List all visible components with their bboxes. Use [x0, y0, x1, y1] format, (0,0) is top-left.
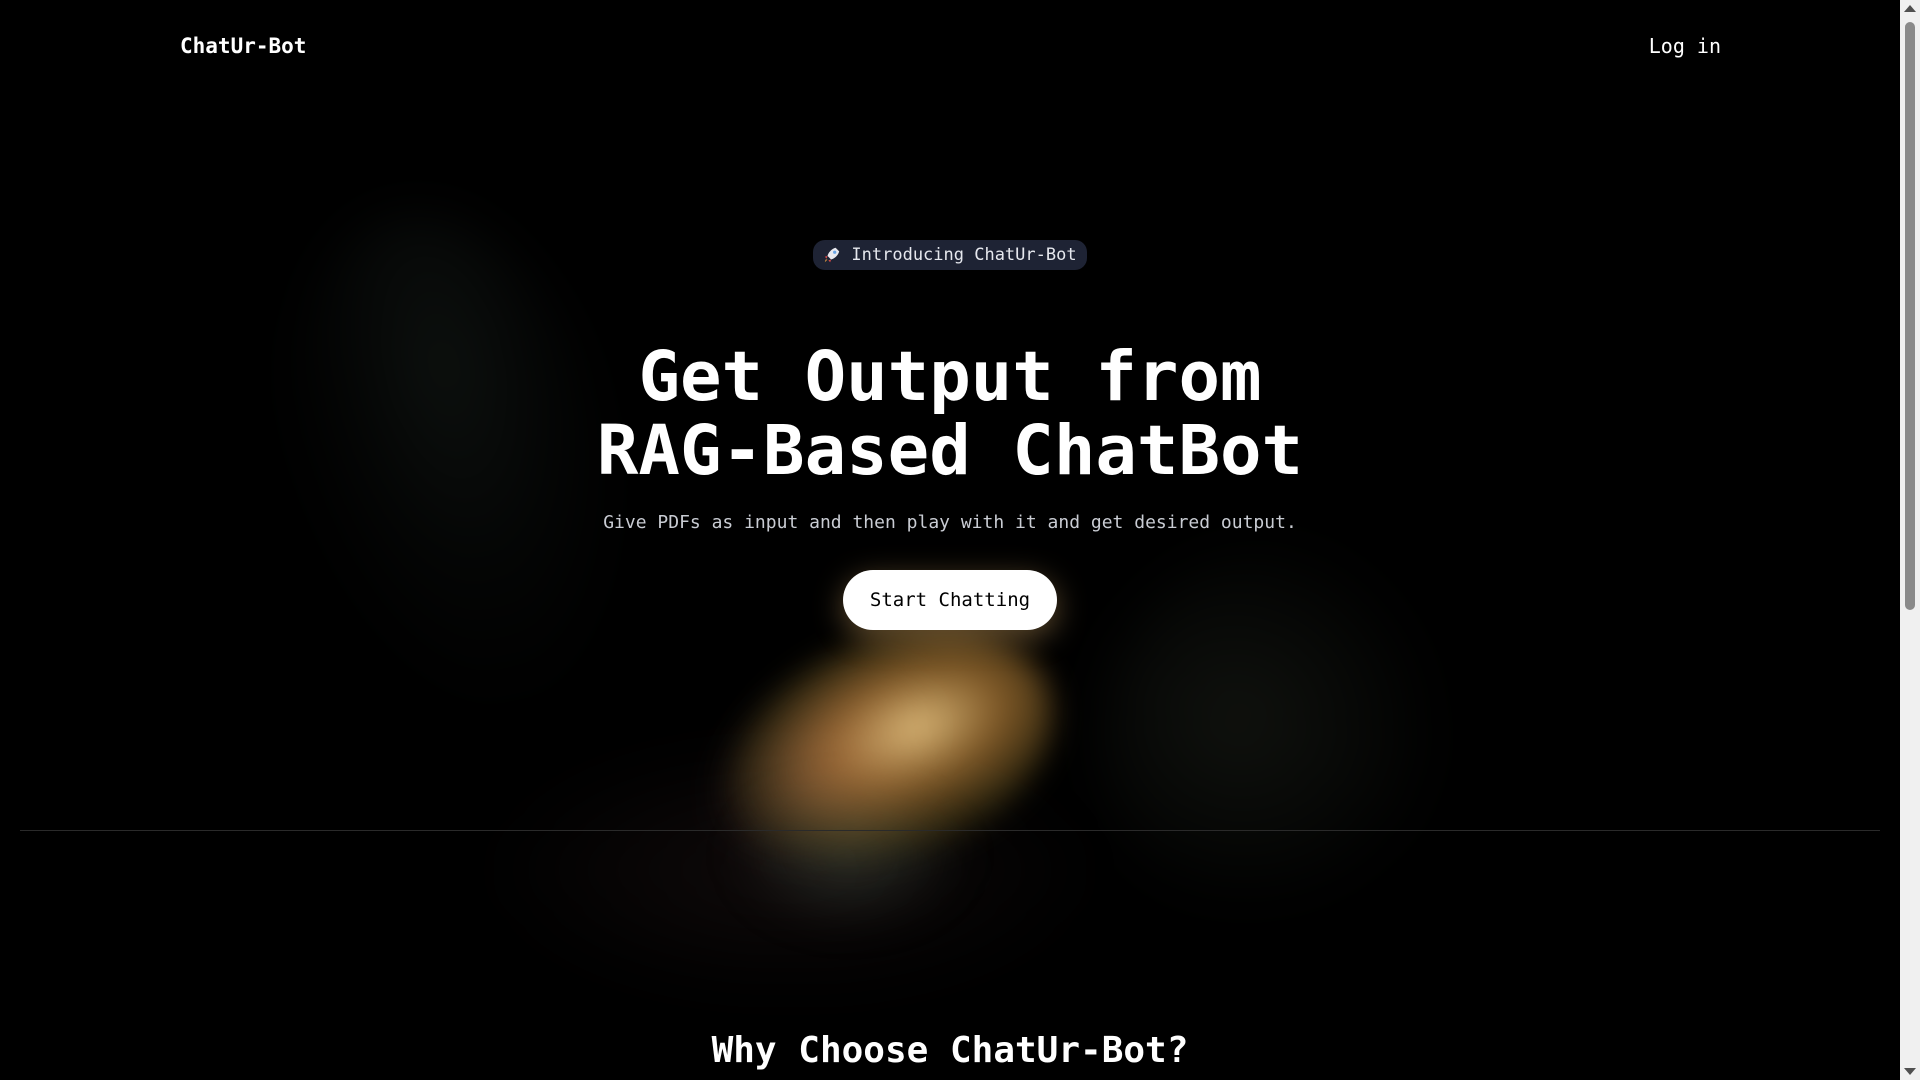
landing-page: ChatUr-Bot Log in Introducing ChatUr-Bot…	[0, 0, 1900, 1080]
vertical-scrollbar[interactable]	[1900, 0, 1920, 1080]
rocket-icon	[823, 246, 841, 264]
hero-subtitle: Give PDFs as input and then play with it…	[603, 512, 1297, 533]
smoke-trail	[480, 740, 1100, 1000]
intro-badge[interactable]: Introducing ChatUr-Bot	[813, 240, 1087, 270]
headline-line-1: Get Output from	[638, 337, 1262, 417]
top-nav: ChatUr-Bot Log in	[0, 0, 1900, 96]
scroll-down-icon[interactable]	[1904, 1068, 1916, 1075]
scroll-up-icon[interactable]	[1904, 5, 1916, 12]
smoke-glow-core	[691, 584, 1089, 916]
hero-headline: Get Output from RAG-Based ChatBot	[0, 340, 1900, 488]
smoke-pink	[677, 625, 983, 895]
smoke-green	[730, 780, 970, 930]
intro-badge-text: Introducing ChatUr-Bot	[851, 245, 1077, 265]
smoke-swirl-right	[1045, 493, 1495, 967]
headline-line-2: RAG-Based ChatBot	[596, 411, 1304, 491]
features-heading: Why Choose ChatUr-Bot?	[711, 1030, 1189, 1071]
section-divider	[20, 830, 1880, 831]
start-chatting-button[interactable]: Start Chatting	[843, 570, 1057, 630]
brand-logo[interactable]: ChatUr-Bot	[180, 34, 306, 58]
login-link[interactable]: Log in	[1649, 34, 1721, 58]
scroll-thumb[interactable]	[1905, 22, 1915, 610]
